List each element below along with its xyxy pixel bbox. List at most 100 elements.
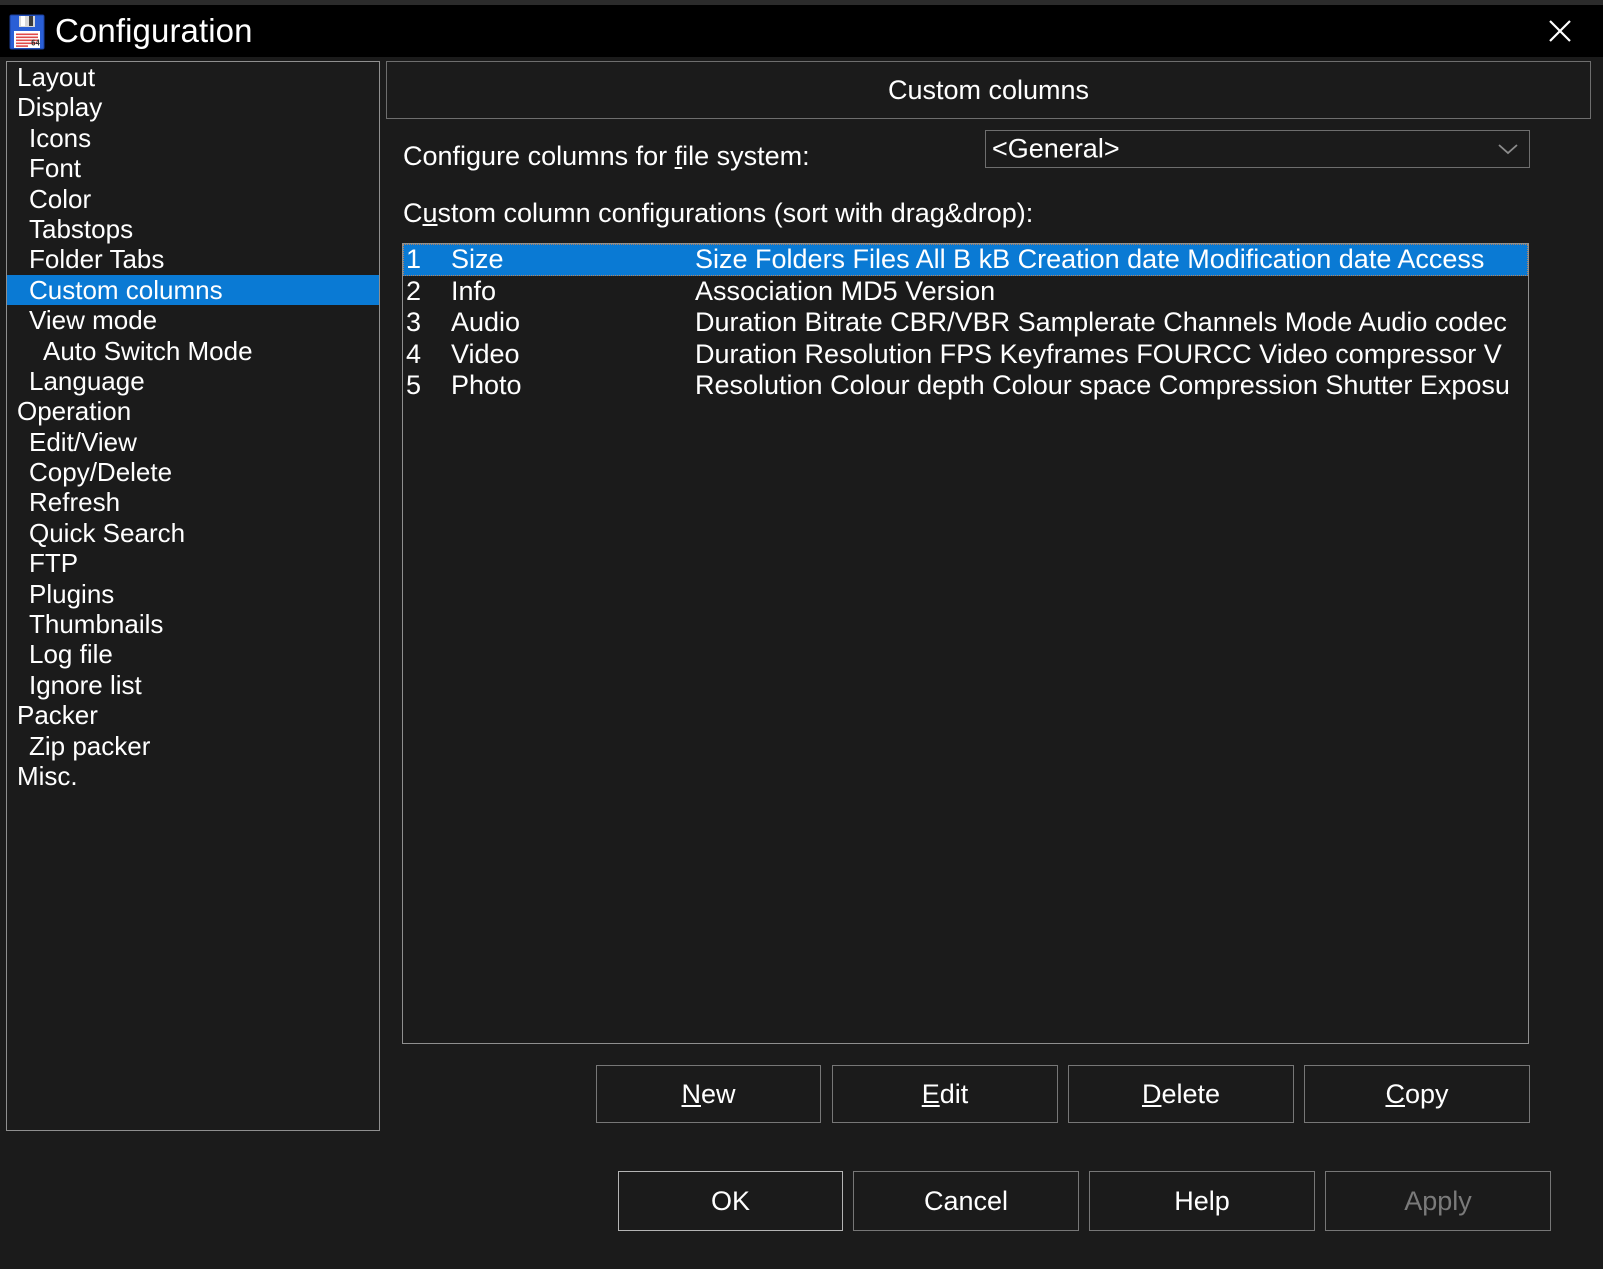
sidebar-item-misc[interactable]: Misc. [7,761,379,791]
delete-button-label: Delete [1141,1078,1221,1109]
row-fields: Size Folders Files All B kB Creation dat… [695,244,1485,274]
row-fields: Duration Resolution FPS Keyframes FOURCC… [695,338,1502,369]
title-bar: 64 Configuration [0,5,1603,57]
config-list-label: Custom column configurations (sort with … [403,198,1033,229]
copy-button[interactable]: Copy [1304,1065,1530,1123]
sidebar-item-quick-search[interactable]: Quick Search [7,518,379,548]
sidebar-item-font[interactable]: Font [7,153,379,183]
sidebar-item-label: Zip packer [29,730,151,761]
edit-button[interactable]: Edit [832,1065,1058,1123]
row-fields: Association MD5 Version [695,275,996,306]
filesystem-label-pre: Configure columns for [403,141,675,171]
sidebar-item-label: Font [29,153,82,184]
row-name: Video [451,338,520,369]
sidebar-item-label: Tabstops [29,213,134,244]
sidebar-item-operation[interactable]: Operation [7,396,379,426]
sidebar-item-edit-view[interactable]: Edit/View [7,427,379,457]
sidebar-item-label: Color [29,183,92,214]
row-index: 4 [406,338,422,369]
apply-button: Apply [1325,1171,1551,1231]
edit-button-label: Edit [921,1078,969,1109]
row-name: Size [451,244,504,274]
table-row[interactable]: 4 Video Duration Resolution FPS Keyframes … [403,339,1528,371]
settings-tree[interactable]: Layout Display Icons Font Color Tabstops Folde… [6,61,380,1131]
filesystem-label: Configure columns for file system: [403,141,810,172]
sidebar-item-language[interactable]: Language [7,366,379,396]
sidebar-item-label: Packer [17,700,98,731]
configuration-dialog: 64 Configuration Layout Display Icons Font C… [0,0,1603,1269]
delete-button[interactable]: Delete [1068,1065,1294,1123]
sidebar-item-label: Language [29,365,145,396]
sidebar-item-zip-packer[interactable]: Zip packer [7,731,379,761]
apply-button-label: Apply [1404,1185,1472,1216]
table-row[interactable]: 3 Audio Duration Bitrate CBR/VBR Samplerat… [403,307,1528,339]
svg-text:64: 64 [31,39,41,48]
sidebar-item-label: Log file [29,639,113,670]
sidebar-item-view-mode[interactable]: View mode [7,305,379,335]
filesystem-select[interactable]: <General> [985,130,1530,168]
floppy-disk-icon: 64 [9,14,45,50]
sidebar-item-tabstops[interactable]: Tabstops [7,214,379,244]
ok-button-label: OK [710,1185,750,1216]
filesystem-select-value: <General> [992,133,1120,164]
custom-columns-list[interactable]: 1 Size Size Folders Files All B kB Creatio… [402,243,1529,1044]
sidebar-item-ftp[interactable]: FTP [7,548,379,578]
sidebar-item-label: Thumbnails [29,609,164,640]
sidebar-item-auto-switch-mode[interactable]: Auto Switch Mode [7,336,379,366]
sidebar-item-label: Edit/View [29,426,137,457]
sidebar-item-color[interactable]: Color [7,184,379,214]
copy-button-label: Copy [1385,1078,1449,1109]
sidebar-item-label: Layout [17,62,96,92]
sidebar-item-label: Plugins [29,578,115,609]
sidebar-item-layout[interactable]: Layout [7,62,379,92]
sidebar-item-thumbnails[interactable]: Thumbnails [7,609,379,639]
page-title: Custom columns [887,74,1090,105]
window-title: Configuration [55,12,253,49]
sidebar-item-label: Display [17,92,103,123]
table-row[interactable]: 5 Photo Resolution Colour depth Colour spa… [403,370,1528,402]
help-button-label: Help [1174,1185,1230,1216]
sidebar-item-label: Auto Switch Mode [43,335,253,366]
row-index: 3 [406,307,422,337]
sidebar-item-plugins[interactable]: Plugins [7,579,379,609]
table-row[interactable]: 2 Info Association MD5 Version [403,276,1528,308]
config-list-label-post: stom column configurations (sort with dr… [437,198,1034,228]
row-fields: Duration Bitrate CBR/VBR Samplerate Chan… [695,307,1507,337]
ok-button[interactable]: OK [618,1171,843,1231]
row-name: Info [451,275,497,306]
sidebar-item-display[interactable]: Display [7,92,379,122]
sidebar-item-label: Custom columns [29,274,223,305]
sidebar-item-folder-tabs[interactable]: Folder Tabs [7,244,379,274]
row-fields: Resolution Colour depth Colour space Com… [695,370,1510,400]
filesystem-label-post: ile system: [682,141,810,171]
config-list-label-pre: C [403,198,423,228]
sidebar-item-label: Icons [29,122,92,153]
config-list-label-accelerator: u [422,198,438,228]
help-button[interactable]: Help [1089,1171,1315,1231]
sidebar-item-ignore-list[interactable]: Ignore list [7,670,379,700]
sidebar-item-custom-columns[interactable]: Custom columns [7,274,379,306]
row-index: 2 [406,275,422,306]
row-name: Photo [451,370,522,400]
sidebar-item-label: Quick Search [29,517,186,548]
sidebar-item-icons[interactable]: Icons [7,123,379,153]
sidebar-item-copy-delete[interactable]: Copy/Delete [7,457,379,487]
close-icon [1549,20,1571,42]
new-button-label: New [681,1078,736,1109]
close-button[interactable] [1517,5,1603,57]
sidebar-item-packer[interactable]: Packer [7,700,379,730]
sidebar-item-label: View mode [29,305,158,336]
new-button[interactable]: New [596,1065,821,1123]
sidebar-item-label: FTP [29,548,79,579]
sidebar-item-log-file[interactable]: Log file [7,639,379,669]
chevron-down-icon [1498,144,1518,155]
sidebar-item-label: Copy/Delete [29,457,173,488]
sidebar-item-refresh[interactable]: Refresh [7,487,379,517]
pane-header: Custom columns [386,61,1591,119]
row-name: Audio [451,307,521,337]
sidebar-item-label: Misc. [17,760,78,791]
cancel-button[interactable]: Cancel [853,1171,1079,1231]
sidebar-item-label: Operation [17,396,132,427]
table-row[interactable]: 1 Size Size Folders Files All B kB Creatio… [403,244,1528,276]
sidebar-item-label: Ignore list [29,669,142,700]
